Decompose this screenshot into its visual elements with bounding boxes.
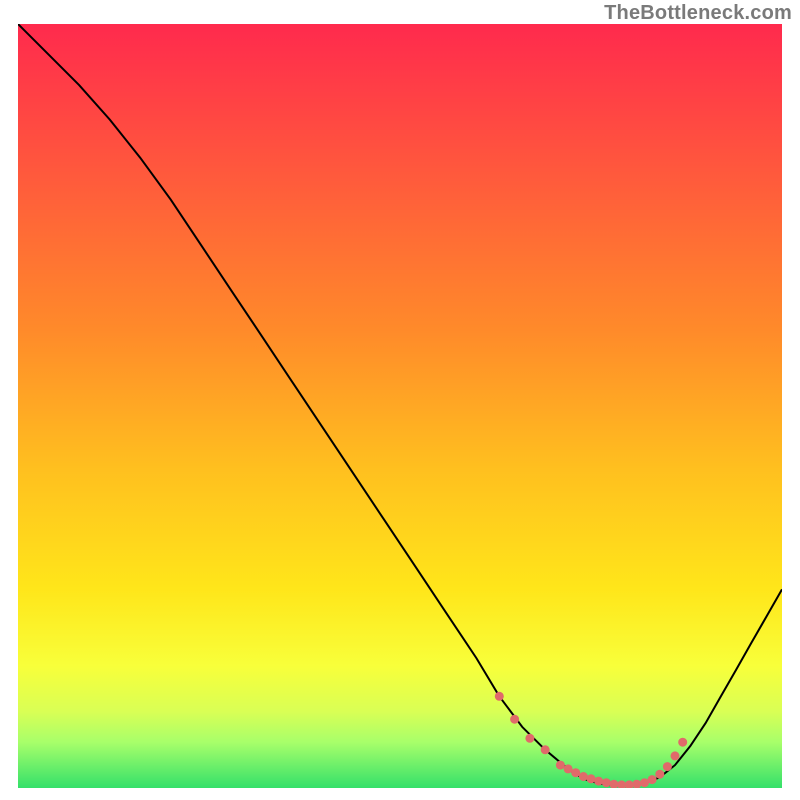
flat-zone-marker: [671, 751, 680, 760]
flat-zone-marker: [602, 778, 611, 787]
plot-area: [18, 24, 782, 788]
flat-zone-marker: [587, 774, 596, 783]
flat-zone-marker: [495, 692, 504, 701]
flat-zone-marker: [571, 768, 580, 777]
watermark-text: TheBottleneck.com: [604, 2, 792, 25]
flat-zone-marker: [594, 777, 603, 786]
flat-zone-marker: [541, 745, 550, 754]
flat-zone-marker: [678, 738, 687, 747]
chart-container: TheBottleneck.com: [0, 0, 800, 800]
plot-svg: [18, 24, 782, 788]
flat-zone-marker: [510, 715, 519, 724]
flat-zone-marker: [579, 772, 588, 781]
flat-zone-marker: [648, 775, 657, 784]
flat-zone-marker: [663, 762, 672, 771]
flat-zone-marker: [556, 761, 565, 770]
flat-zone-marker: [525, 734, 534, 743]
gradient-background: [18, 24, 782, 788]
flat-zone-marker: [655, 770, 664, 779]
